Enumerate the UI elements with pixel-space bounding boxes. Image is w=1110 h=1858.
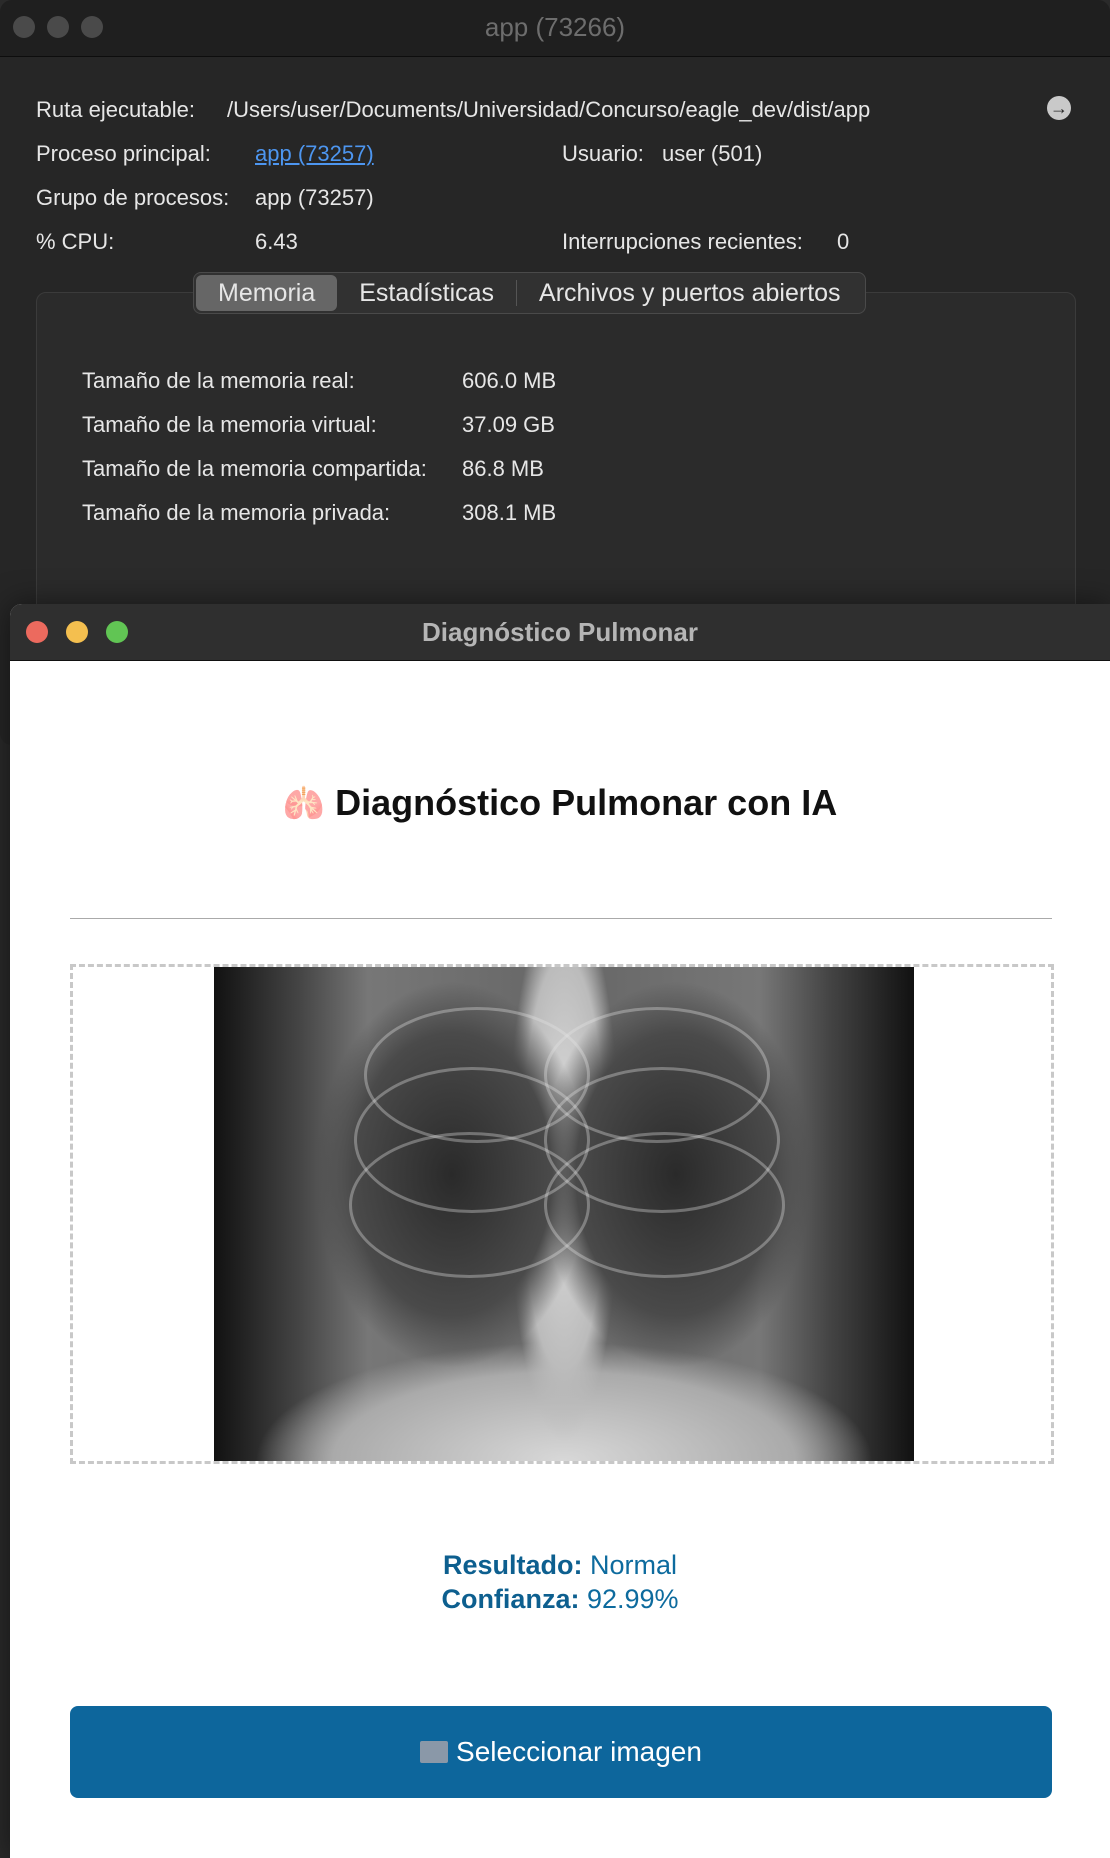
page-title-text: Diagnóstico Pulmonar con IA bbox=[335, 782, 838, 823]
parent-process-link[interactable]: app (73257) bbox=[255, 141, 374, 167]
confidence-value: 92.99% bbox=[586, 1584, 679, 1614]
recent-interrupts-value: 0 bbox=[837, 229, 850, 254]
confidence-label: Confianza: bbox=[441, 1584, 580, 1614]
cpu-value: 6.43 bbox=[255, 229, 298, 254]
chest-xray-image bbox=[214, 967, 914, 1461]
shared-memory-label: Tamaño de la memoria compartida: bbox=[82, 456, 427, 481]
cpu-label: % CPU: bbox=[36, 229, 115, 254]
real-memory-value: 606.0 MB bbox=[462, 368, 557, 393]
executable-path-label: Ruta ejecutable: bbox=[36, 97, 195, 122]
confidence-line: Confianza: 92.99% bbox=[10, 1582, 1110, 1616]
private-memory-value: 308.1 MB bbox=[462, 500, 557, 525]
virtual-memory-label: Tamaño de la memoria virtual: bbox=[82, 412, 377, 437]
parent-process-label: Proceso principal: bbox=[36, 141, 211, 166]
private-memory-label: Tamaño de la memoria privada: bbox=[82, 500, 391, 525]
reveal-in-finder-arrow-icon[interactable]: → bbox=[1047, 96, 1071, 120]
lungs-icon: 🫁 bbox=[282, 785, 326, 823]
window-title: app (73266) bbox=[484, 12, 626, 42]
result-value: Normal bbox=[590, 1550, 678, 1580]
result-line: Resultado: Normal bbox=[10, 1548, 1110, 1582]
executable-path-value: /Users/user/Documents/Universidad/Concur… bbox=[227, 97, 871, 122]
tab-bar: Memoria Estadísticas Archivos y puertos … bbox=[193, 272, 866, 314]
tab-open-files-ports[interactable]: Archivos y puertos abiertos bbox=[517, 275, 863, 311]
process-group-value: app (73257) bbox=[255, 185, 374, 210]
folder-icon bbox=[420, 1741, 449, 1763]
image-drop-zone[interactable] bbox=[70, 964, 1054, 1464]
diagnostic-titlebar: Diagnóstico Pulmonar bbox=[10, 604, 1110, 661]
virtual-memory-value: 37.09 GB bbox=[462, 412, 555, 437]
user-value: user (501) bbox=[662, 141, 763, 166]
result-label: Resultado: bbox=[442, 1550, 583, 1580]
select-image-button[interactable]: Seleccionar imagen bbox=[70, 1706, 1052, 1798]
activity-monitor-titlebar: app (73266) bbox=[0, 0, 1110, 57]
tab-memory[interactable]: Memoria bbox=[196, 275, 338, 311]
process-group-label: Grupo de procesos: bbox=[36, 185, 230, 210]
result-panel: Resultado: Normal Confianza: 92.99% bbox=[10, 1548, 1110, 1616]
recent-interrupts-label: Interrupciones recientes: bbox=[562, 229, 803, 254]
rib-shape bbox=[544, 1132, 785, 1278]
real-memory-label: Tamaño de la memoria real: bbox=[82, 368, 355, 393]
user-label: Usuario: bbox=[562, 141, 644, 166]
page-title: 🫁 Diagnóstico Pulmonar con IA bbox=[10, 782, 1110, 824]
tab-statistics[interactable]: Estadísticas bbox=[337, 275, 516, 311]
diagnostic-window: Diagnóstico Pulmonar 🫁 Diagnóstico Pulmo… bbox=[10, 604, 1110, 1858]
shared-memory-value: 86.8 MB bbox=[462, 456, 544, 481]
window-title: Diagnóstico Pulmonar bbox=[422, 617, 698, 647]
select-image-label: Seleccionar imagen bbox=[456, 1736, 702, 1767]
divider bbox=[70, 918, 1052, 919]
